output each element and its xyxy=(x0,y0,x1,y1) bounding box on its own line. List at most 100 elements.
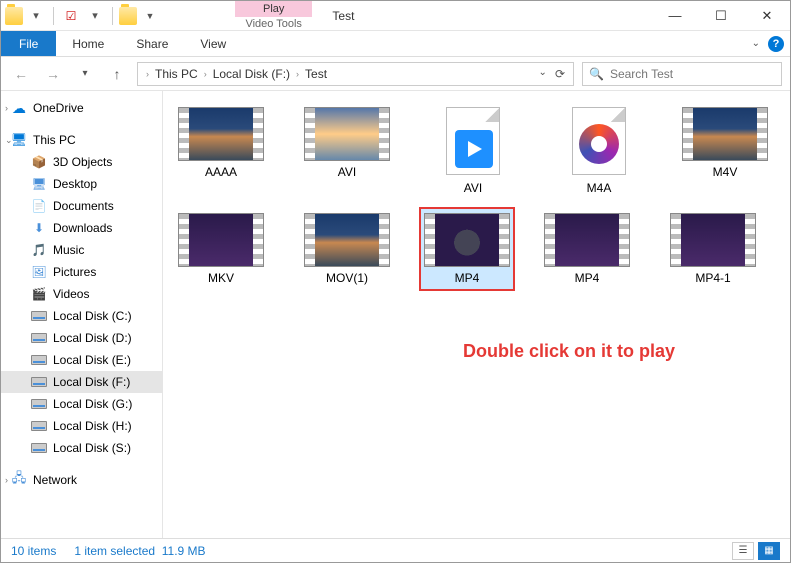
play-icon xyxy=(455,130,493,168)
network-icon: 🖧 xyxy=(11,472,27,488)
folder-icon: 🖥 xyxy=(31,176,47,192)
forward-button[interactable]: → xyxy=(41,62,65,86)
title-bar: ▾ ☑ ▾ ▼ Play Video Tools Test — ☐ ✕ xyxy=(1,1,790,31)
window-title: Test xyxy=(332,9,354,23)
sidebar-item-desktop[interactable]: 🖥Desktop xyxy=(1,173,162,195)
sidebar-drive[interactable]: Local Disk (S:) xyxy=(1,437,162,459)
file-label: MP4 xyxy=(575,271,600,285)
drive-icon xyxy=(31,418,47,434)
file-label: AVI xyxy=(464,181,482,195)
quick-access-toolbar: ▾ ☑ ▾ ▼ xyxy=(1,1,165,30)
file-label: MP4-1 xyxy=(695,271,730,285)
contextual-tool-tab[interactable]: Play Video Tools xyxy=(235,1,312,30)
folder-icon: ⬇ xyxy=(31,220,47,236)
drive-icon xyxy=(31,352,47,368)
sidebar-drive[interactable]: Local Disk (E:) xyxy=(1,349,162,371)
chevron-right-icon[interactable]: › xyxy=(202,69,209,79)
new-folder-icon[interactable] xyxy=(119,7,137,25)
drive-icon xyxy=(31,308,47,324)
sidebar-item-pictures[interactable]: 🖼Pictures xyxy=(1,261,162,283)
folder-icon: 🎬 xyxy=(31,286,47,302)
file-item[interactable]: M4A xyxy=(551,107,647,195)
sidebar-item-downloads[interactable]: ⬇Downloads xyxy=(1,217,162,239)
chevron-right-icon[interactable]: › xyxy=(294,69,301,79)
qat-overflow[interactable]: ▼ xyxy=(139,5,161,27)
file-label: MKV xyxy=(208,271,234,285)
refresh-icon[interactable]: ⟳ xyxy=(555,67,565,81)
sidebar-item-3d-objects[interactable]: 📦3D Objects xyxy=(1,151,162,173)
file-label: M4A xyxy=(587,181,612,195)
sidebar-drive[interactable]: Local Disk (D:) xyxy=(1,327,162,349)
search-placeholder: Search Test xyxy=(610,67,673,81)
details-view-button[interactable]: ☰ xyxy=(732,542,754,560)
qat-dropdown-2[interactable]: ▾ xyxy=(84,5,106,27)
sidebar-onedrive[interactable]: ›☁OneDrive xyxy=(1,97,162,119)
sidebar-drive[interactable]: Local Disk (H:) xyxy=(1,415,162,437)
drive-icon xyxy=(31,374,47,390)
tab-home[interactable]: Home xyxy=(56,31,120,56)
file-item[interactable]: AVI xyxy=(425,107,521,195)
folder-icon: 🎵 xyxy=(31,242,47,258)
video-tools-label: Video Tools xyxy=(245,17,301,31)
drive-icon xyxy=(31,440,47,456)
sidebar-drive[interactable]: Local Disk (G:) xyxy=(1,393,162,415)
close-button[interactable]: ✕ xyxy=(744,1,790,30)
address-dropdown-icon[interactable]: ⌄ xyxy=(539,67,547,81)
breadcrumb-folder[interactable]: Test xyxy=(303,67,329,81)
file-item[interactable]: MP4 xyxy=(419,207,515,291)
file-item[interactable]: MP4-1 xyxy=(665,213,761,285)
cloud-icon: ☁ xyxy=(11,100,27,116)
file-item[interactable]: MKV xyxy=(173,213,269,285)
qat-dropdown[interactable]: ▾ xyxy=(25,5,47,27)
file-item[interactable]: AAAA xyxy=(173,107,269,195)
minimize-button[interactable]: — xyxy=(652,1,698,30)
drive-icon xyxy=(31,330,47,346)
navigation-pane[interactable]: ›☁OneDrive ⌄🖥This PC 📦3D Objects🖥Desktop… xyxy=(1,91,163,538)
pc-icon: 🖥 xyxy=(11,132,27,148)
properties-icon[interactable]: ☑ xyxy=(60,5,82,27)
address-bar[interactable]: › This PC › Local Disk (F:) › Test ⌄ ⟳ xyxy=(137,62,574,86)
disc-icon xyxy=(579,124,619,164)
thumbnails-view-button[interactable]: ▦ xyxy=(758,542,780,560)
sidebar-this-pc[interactable]: ⌄🖥This PC xyxy=(1,129,162,151)
maximize-button[interactable]: ☐ xyxy=(698,1,744,30)
recent-locations-button[interactable]: ▾ xyxy=(73,62,97,86)
breadcrumb-this-pc[interactable]: This PC xyxy=(153,67,200,81)
file-view[interactable]: AAAAAVIAVIM4AM4VMKVMOV(1)MP4MP4MP4-1 Dou… xyxy=(163,91,790,538)
back-button[interactable]: ← xyxy=(9,62,33,86)
folder-icon: 📦 xyxy=(31,154,47,170)
sidebar-drive[interactable]: Local Disk (C:) xyxy=(1,305,162,327)
sidebar-network[interactable]: ›🖧Network xyxy=(1,469,162,491)
file-item[interactable]: MP4 xyxy=(539,213,635,285)
file-item[interactable]: MOV(1) xyxy=(299,213,395,285)
sidebar-drive[interactable]: Local Disk (F:) xyxy=(1,371,162,393)
file-tab[interactable]: File xyxy=(1,31,56,56)
up-button[interactable]: ↑ xyxy=(105,62,129,86)
breadcrumb-drive[interactable]: Local Disk (F:) xyxy=(211,67,292,81)
play-tab-label: Play xyxy=(235,1,312,17)
sidebar-item-music[interactable]: 🎵Music xyxy=(1,239,162,261)
sidebar-item-documents[interactable]: 📄Documents xyxy=(1,195,162,217)
folder-icon xyxy=(5,7,23,25)
window-controls: — ☐ ✕ xyxy=(652,1,790,30)
main-split: ›☁OneDrive ⌄🖥This PC 📦3D Objects🖥Desktop… xyxy=(1,91,790,538)
status-bar: 10 items 1 item selected 11.9 MB ☰ ▦ xyxy=(1,538,790,562)
tab-share[interactable]: Share xyxy=(120,31,184,56)
sidebar-item-videos[interactable]: 🎬Videos xyxy=(1,283,162,305)
file-item[interactable]: M4V xyxy=(677,107,773,195)
chevron-right-icon[interactable]: › xyxy=(144,69,151,79)
search-icon: 🔍 xyxy=(589,67,604,81)
file-item[interactable]: AVI xyxy=(299,107,395,195)
drive-icon xyxy=(31,396,47,412)
file-label: M4V xyxy=(713,165,738,179)
help-icon[interactable]: ? xyxy=(768,36,784,52)
file-label: AAAA xyxy=(205,165,237,179)
navigation-bar: ← → ▾ ↑ › This PC › Local Disk (F:) › Te… xyxy=(1,57,790,91)
collapse-ribbon-icon[interactable]: ⌄ xyxy=(752,38,760,49)
folder-icon: 🖼 xyxy=(31,264,47,280)
file-grid: AAAAAVIAVIM4AM4VMKVMOV(1)MP4MP4MP4-1 xyxy=(173,107,780,285)
tab-view[interactable]: View xyxy=(184,31,242,56)
search-input[interactable]: 🔍 Search Test xyxy=(582,62,782,86)
file-label: MOV(1) xyxy=(326,271,368,285)
folder-icon: 📄 xyxy=(31,198,47,214)
